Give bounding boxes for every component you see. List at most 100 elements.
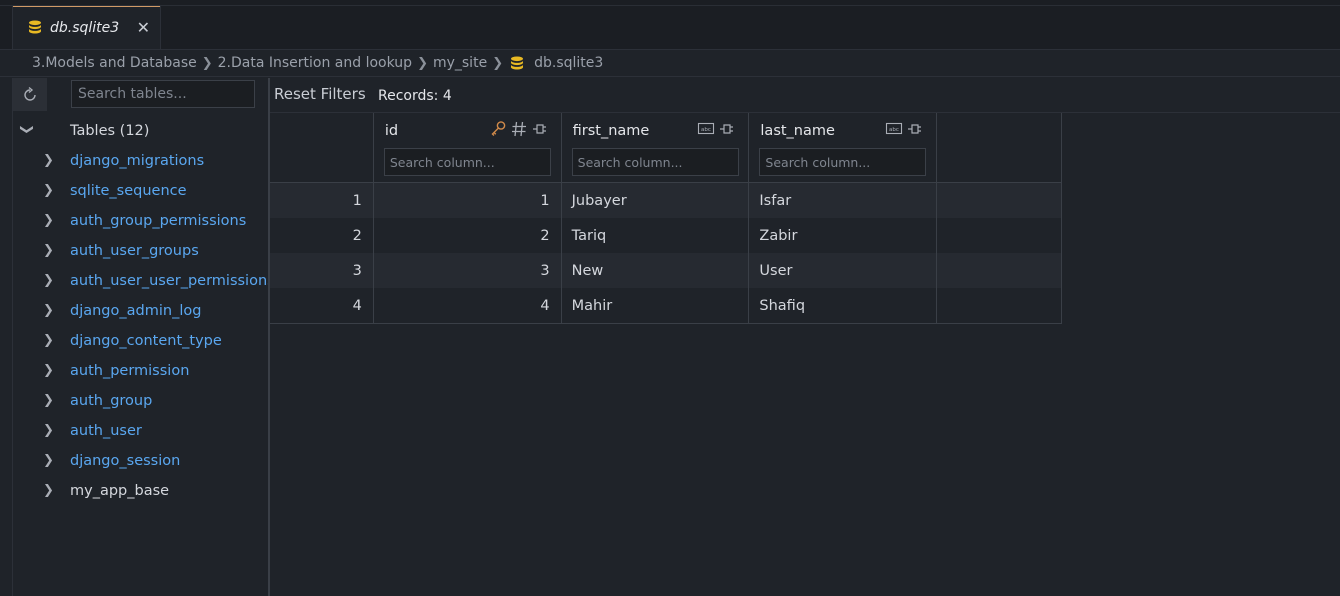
cell-first-name[interactable]: Mahir — [562, 288, 750, 323]
row-index: 1 — [270, 183, 374, 218]
cell-last-name[interactable]: Zabir — [749, 218, 938, 253]
grid-body: 1 1 Jubayer Isfar 2 2 Tariq Zabir 3 3 Ne… — [270, 183, 1061, 323]
tree-item-label: django_session — [70, 453, 181, 469]
tree-item-auth-group[interactable]: ❯ auth_group — [13, 386, 269, 416]
text-type-icon: abc — [698, 122, 715, 135]
empty-cell — [937, 183, 1061, 218]
table-row[interactable]: 4 4 Mahir Shafiq — [270, 288, 1061, 323]
refresh-icon — [24, 86, 36, 101]
row-index: 3 — [270, 253, 374, 288]
empty-cell — [937, 253, 1061, 288]
tree-root-tables[interactable]: ❯ Tables (12) — [13, 116, 269, 146]
tree-item-label: auth_permission — [70, 363, 190, 379]
tree-item-auth-user-user-permissions[interactable]: ❯ auth_user_user_permissions — [13, 266, 275, 296]
tree-item-django-migrations[interactable]: ❯ django_migrations — [13, 146, 269, 176]
cell-last-name[interactable]: Isfar — [749, 183, 938, 218]
chevron-right-icon: ❯ — [417, 55, 428, 71]
table-row[interactable]: 2 2 Tariq Zabir — [270, 218, 1061, 253]
chevron-right-icon: ❯ — [492, 55, 504, 71]
empty-cell — [937, 288, 1061, 323]
tree-item-sqlite-sequence[interactable]: ❯ sqlite_sequence — [13, 176, 269, 206]
column-icons — [489, 120, 549, 138]
tree-item-django-admin-log[interactable]: ❯ django_admin_log — [13, 296, 269, 326]
tree-item-label: django_admin_log — [70, 303, 202, 319]
cell-id[interactable]: 2 — [374, 218, 562, 253]
tab-db-sqlite3[interactable]: db.sqlite3 ✕ — [12, 6, 161, 49]
column-name: last_name — [760, 123, 835, 139]
pin-icon[interactable] — [531, 120, 549, 138]
breadcrumb-item-db-sqlite3[interactable]: db.sqlite3 — [534, 55, 603, 71]
database-icon — [29, 20, 41, 34]
database-icon — [511, 56, 524, 69]
row-index-header — [270, 113, 374, 182]
tree-item-auth-permission[interactable]: ❯ auth_permission — [13, 356, 269, 386]
reset-filters-button[interactable]: Reset Filters — [274, 85, 366, 103]
chevron-right-icon: ❯ — [43, 483, 54, 498]
tree-item-django-session[interactable]: ❯ django_session — [13, 446, 269, 476]
chevron-right-icon: ❯ — [43, 363, 54, 378]
breadcrumb-item-data-insertion[interactable]: 2.Data Insertion and lookup — [218, 55, 412, 71]
records-count: Records: 4 — [378, 88, 452, 104]
tree-item-auth-user-groups[interactable]: ❯ auth_user_groups — [13, 236, 269, 266]
cell-id[interactable]: 1 — [374, 183, 562, 218]
breadcrumb: 3.Models and Database ❯ 2.Data Insertion… — [0, 50, 1340, 77]
cell-first-name[interactable]: Tariq — [562, 218, 750, 253]
cell-last-name[interactable]: Shafiq — [749, 288, 938, 323]
pin-icon[interactable] — [718, 120, 736, 138]
grid-toolbar: Reset Filters Records: 4 — [270, 78, 1340, 113]
chevron-right-icon: ❯ — [43, 153, 54, 168]
search-tables-input[interactable] — [71, 80, 255, 108]
search-column-input-first-name[interactable] — [571, 148, 739, 176]
tree-item-my-app-base[interactable]: ❯ my_app_base — [13, 476, 269, 506]
table-row[interactable]: 3 3 New User — [270, 253, 1061, 288]
chevron-down-icon: ❯ — [18, 124, 34, 135]
cell-id[interactable]: 3 — [374, 253, 562, 288]
tree-item-label: auth_user — [70, 423, 142, 439]
column-name: first_name — [572, 123, 650, 139]
column-icons: abc — [697, 120, 736, 138]
column-header-id[interactable]: id — [374, 113, 562, 182]
tree-item-django-content-type[interactable]: ❯ django_content_type — [13, 326, 269, 356]
data-grid: id first_name abc — [270, 113, 1062, 324]
close-icon[interactable]: ✕ — [137, 18, 150, 37]
tree-item-label: sqlite_sequence — [70, 183, 187, 199]
tree-item-label: auth_group_permissions — [70, 213, 247, 229]
chevron-right-icon: ❯ — [43, 213, 54, 228]
cell-id[interactable]: 4 — [374, 288, 562, 323]
grid-header: id first_name abc — [270, 113, 1061, 183]
hash-icon — [511, 121, 526, 137]
chevron-right-icon: ❯ — [43, 303, 54, 318]
tree-item-label: auth_user_user_permissions — [70, 273, 275, 289]
key-icon — [491, 121, 505, 136]
tab-strip: db.sqlite3 ✕ — [0, 0, 1340, 50]
tree-item-label: my_app_base — [70, 483, 170, 499]
cell-first-name[interactable]: Jubayer — [562, 183, 750, 218]
column-name: id — [384, 123, 399, 139]
tree-item-label: django_content_type — [70, 333, 222, 349]
column-icons: abc — [885, 120, 924, 138]
empty-cell — [937, 218, 1061, 253]
tree-item-label: auth_user_groups — [70, 243, 199, 259]
column-header-last-name[interactable]: last_name abc — [749, 113, 938, 182]
chevron-right-icon: ❯ — [43, 423, 54, 438]
chevron-right-icon: ❯ — [43, 183, 54, 198]
tree-item-auth-group-permissions[interactable]: ❯ auth_group_permissions — [13, 206, 269, 236]
column-header-first-name[interactable]: first_name abc — [562, 113, 750, 182]
cell-first-name[interactable]: New — [562, 253, 750, 288]
search-column-input-last-name[interactable] — [759, 148, 927, 176]
breadcrumb-item-models-and-database[interactable]: 3.Models and Database — [32, 55, 197, 71]
cell-last-name[interactable]: User — [749, 253, 938, 288]
tree-item-auth-user[interactable]: ❯ auth_user — [13, 416, 269, 446]
search-column-input-id[interactable] — [383, 148, 551, 176]
table-row[interactable]: 1 1 Jubayer Isfar — [270, 183, 1061, 218]
sidebar: ❯ Tables (12) ❯ django_migrations ❯ sqlite… — [12, 78, 275, 596]
tree-root-label: Tables (12) — [70, 123, 150, 139]
table-tree: ❯ Tables (12) ❯ django_migrations ❯ sqlite… — [13, 116, 275, 506]
refresh-button[interactable] — [13, 78, 47, 111]
text-type-icon: abc — [886, 122, 903, 135]
pin-icon[interactable] — [906, 120, 924, 138]
chevron-right-icon: ❯ — [201, 55, 213, 71]
breadcrumb-item-my-site[interactable]: my_site — [433, 55, 487, 71]
svg-text:abc: abc — [889, 127, 899, 133]
chevron-right-icon: ❯ — [43, 393, 54, 408]
